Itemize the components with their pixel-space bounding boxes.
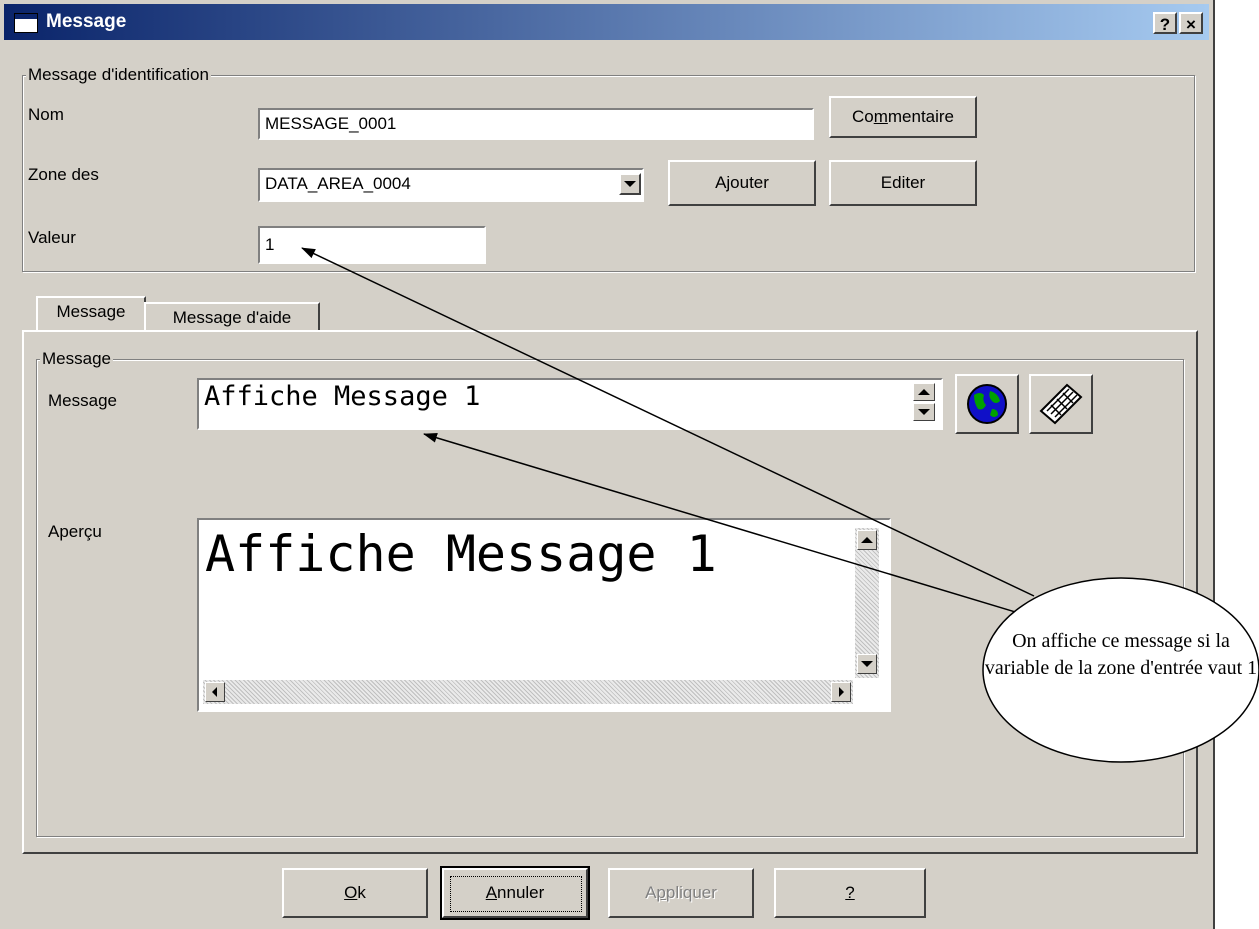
annotation-overlay xyxy=(301,247,1259,763)
arrow-to-message xyxy=(423,432,1023,615)
callout-text: On affiche ce message si la variable de … xyxy=(984,630,1258,679)
arrow-to-valeur xyxy=(301,247,1035,597)
